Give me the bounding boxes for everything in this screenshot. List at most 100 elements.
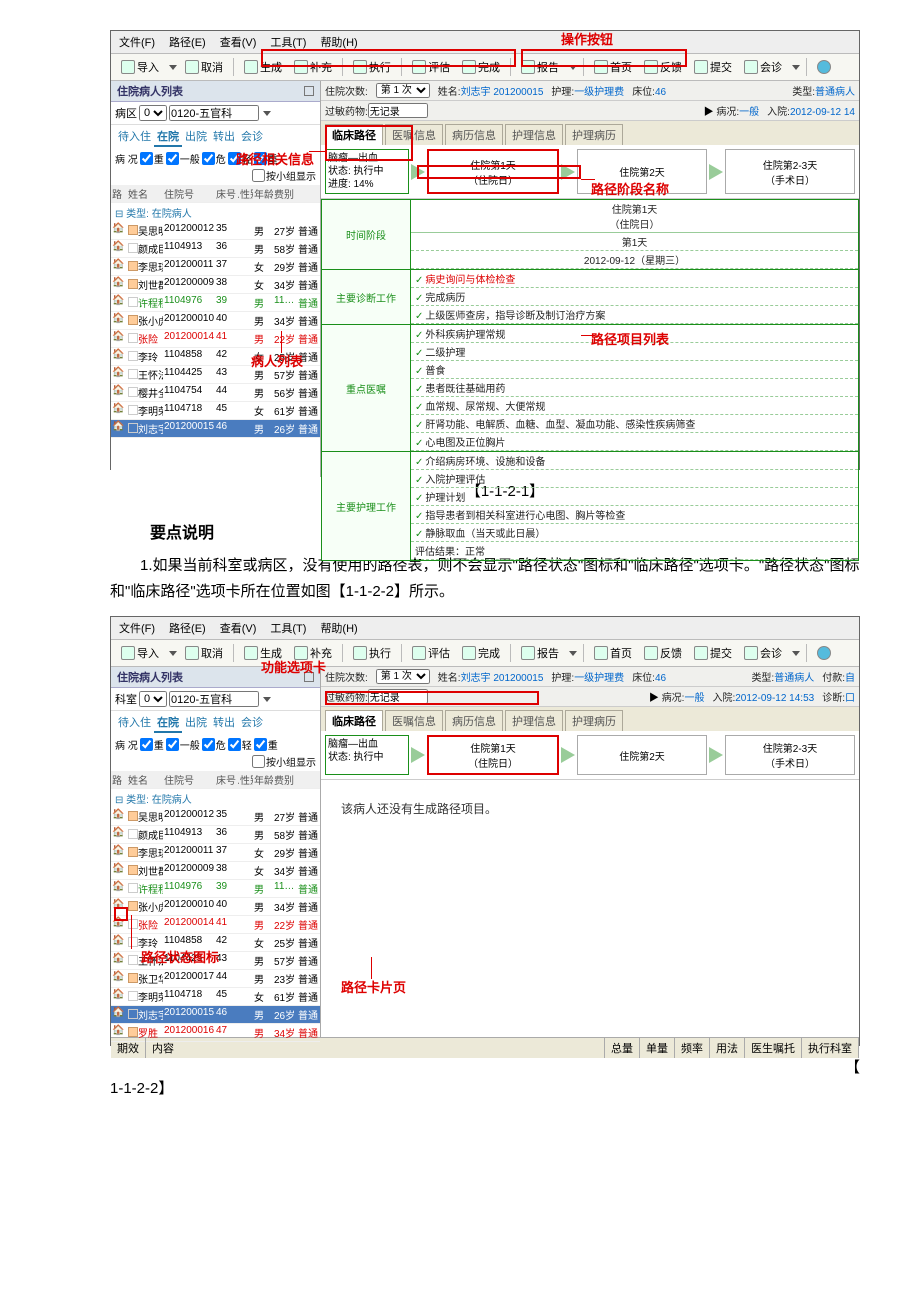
path-item[interactable]: 静脉取血（当天或此日晨） <box>411 524 858 542</box>
content-tab[interactable]: 护理信息 <box>505 710 563 731</box>
patient-row[interactable]: 🏠 张小虎 201200010 40 男 34岁 普通 <box>111 312 320 330</box>
ward-no-select[interactable]: 0 <box>139 691 167 707</box>
col-header[interactable]: 姓名 <box>127 771 163 788</box>
cond-checkbox[interactable]: 轻 <box>228 151 252 166</box>
col-header[interactable]: 费别 <box>273 185 297 202</box>
path-item[interactable]: 血常规、尿常规、大便常规 <box>411 397 858 415</box>
visit-select[interactable]: 第 1 次 <box>376 669 430 684</box>
stage-box[interactable]: 住院第1天（住院日） <box>427 735 559 775</box>
help-button[interactable] <box>813 58 835 76</box>
group-checkbox[interactable]: 按小组显示 <box>252 754 316 769</box>
col-header[interactable]: 住院号 <box>163 185 215 202</box>
col-header[interactable]: 床号▲ <box>215 185 239 202</box>
menu-item[interactable]: 工具(T) <box>270 34 306 50</box>
col-header[interactable]: 年龄 <box>253 771 273 788</box>
content-tab[interactable]: 护理病历 <box>565 124 623 145</box>
cond-checkbox[interactable]: 危 <box>202 737 226 752</box>
home-button[interactable]: 首页 <box>590 643 636 663</box>
menu-item[interactable]: 文件(F) <box>119 620 155 636</box>
status-tab[interactable]: 在院 <box>154 713 182 733</box>
path-item[interactable]: 病史询问与体检检查 <box>411 270 858 288</box>
menu-item[interactable]: 帮助(H) <box>320 34 357 50</box>
allergy-input[interactable] <box>368 103 428 118</box>
consult-button[interactable]: 会诊 <box>740 57 786 77</box>
content-tab[interactable]: 护理信息 <box>505 124 563 145</box>
path-item[interactable]: 普食 <box>411 361 858 379</box>
consult-button[interactable]: 会诊 <box>740 643 786 663</box>
group-checkbox[interactable]: 按小组显示 <box>252 168 316 183</box>
col-header[interactable]: 年龄 <box>253 185 273 202</box>
stage-box[interactable]: 住院第2-3天（手术日） <box>725 735 855 775</box>
path-item[interactable]: 完成病历 <box>411 288 858 306</box>
ward-no-select[interactable]: 0 <box>139 105 167 121</box>
patient-row[interactable]: 🏠 李明荣 1104718 45 女 61岁 普通 <box>111 402 320 420</box>
col-header[interactable]: 床号▲ <box>215 771 239 788</box>
menu-item[interactable]: 查看(V) <box>220 34 257 50</box>
help-button[interactable] <box>813 644 835 662</box>
content-tab[interactable]: 医嘱信息 <box>385 124 443 145</box>
visit-select[interactable]: 第 1 次 <box>376 83 430 98</box>
patient-row[interactable]: 🏠 吴思明 201200012 35 男 27岁 普通 <box>111 808 320 826</box>
cond-checkbox[interactable]: 轻 <box>228 737 252 752</box>
content-tab[interactable]: 医嘱信息 <box>385 710 443 731</box>
patient-row[interactable]: 🏠 刘志宇 201200015 46 男 26岁 普通 <box>111 420 320 438</box>
status-tab[interactable]: 待入住 <box>115 713 154 733</box>
cond-checkbox[interactable]: 重 <box>254 737 278 752</box>
content-tab[interactable]: 临床路径 <box>325 124 383 145</box>
patient-row[interactable]: 🏠 颜成臣 1104913 36 男 58岁 普通 <box>111 826 320 844</box>
cond-checkbox[interactable]: 重 <box>140 151 164 166</box>
stage-box[interactable]: 住院第2-3天（手术日） <box>725 149 855 194</box>
path-item[interactable]: 上级医师查房，指导诊断及制订治疗方案 <box>411 306 858 324</box>
status-tab[interactable]: 转出 <box>210 713 238 733</box>
import-button[interactable]: 导入 <box>117 57 163 77</box>
patient-row[interactable]: 🏠 刘世群 201200009 38 女 34岁 普通 <box>111 276 320 294</box>
patient-row[interactable]: 🏠 许程程 1104976 39 男 11… 普通 <box>111 880 320 898</box>
order-col-header[interactable]: 单量 <box>640 1038 675 1058</box>
menu-item[interactable]: 工具(T) <box>270 620 306 636</box>
patient-row[interactable]: 🏠 颜成臣 1104913 36 男 58岁 普通 <box>111 240 320 258</box>
cond-checkbox[interactable]: 一般 <box>166 151 200 166</box>
supplement-button[interactable]: 补充 <box>290 57 336 77</box>
order-col-header[interactable]: 执行科室 <box>802 1038 859 1058</box>
patient-row[interactable]: 🏠 张小虎 201200010 40 男 34岁 普通 <box>111 898 320 916</box>
order-col-header[interactable]: 期效 <box>111 1038 146 1058</box>
status-tab[interactable]: 会诊 <box>238 127 266 147</box>
patient-row[interactable]: 🏠 刘世群 201200009 38 女 34岁 普通 <box>111 862 320 880</box>
cond-checkbox[interactable]: 一般 <box>166 737 200 752</box>
path-item[interactable]: 心电图及正位胸片 <box>411 433 858 451</box>
patient-row[interactable]: 🏠 吴思明 201200012 35 男 27岁 普通 <box>111 222 320 240</box>
menu-item[interactable]: 路径(E) <box>169 34 206 50</box>
home-button[interactable]: 首页 <box>590 57 636 77</box>
path-item[interactable]: 护理计划 <box>411 488 858 506</box>
path-item[interactable]: 入院护理评估 <box>411 470 858 488</box>
done-button[interactable]: 完成 <box>458 643 504 663</box>
ward-input[interactable] <box>169 691 259 707</box>
patient-row[interactable]: 🏠 张险 201200014 41 男 22岁 普通 <box>111 916 320 934</box>
status-tab[interactable]: 出院 <box>182 127 210 147</box>
patient-row[interactable]: 🏠 刘志宇 201200015 46 男 26岁 普通 <box>111 1006 320 1024</box>
cancel-button[interactable]: 取消 <box>181 57 227 77</box>
path-item[interactable]: 二级护理 <box>411 343 858 361</box>
cond-checkbox[interactable]: 危 <box>202 151 226 166</box>
patient-row[interactable]: 🏠 王怀法 1104425 43 男 57岁 普通 <box>111 952 320 970</box>
col-header[interactable]: 住院号 <box>163 771 215 788</box>
patient-row[interactable]: 🏠 李思琪 201200011 37 女 29岁 普通 <box>111 258 320 276</box>
report-button[interactable]: 报告 <box>517 57 563 77</box>
menu-item[interactable]: 帮助(H) <box>320 620 357 636</box>
menu-item[interactable]: 路径(E) <box>169 620 206 636</box>
col-header[interactable]: 路 <box>111 771 127 788</box>
submit-button[interactable]: 提交 <box>690 643 736 663</box>
status-tab[interactable]: 在院 <box>154 127 182 147</box>
execute-button[interactable]: 执行 <box>349 57 395 77</box>
ward-input[interactable] <box>169 105 259 121</box>
chevron-down-icon[interactable] <box>263 697 271 702</box>
eval-button[interactable]: 评估 <box>408 57 454 77</box>
path-item[interactable]: 肝肾功能、电解质、血糖、血型、凝血功能、感染性疾病筛查 <box>411 415 858 433</box>
pin-icon[interactable] <box>304 86 314 96</box>
cancel-button[interactable]: 取消 <box>181 643 227 663</box>
patient-row[interactable]: 🏠 张卫华 201200017 44 男 23岁 普通 <box>111 970 320 988</box>
stage-box[interactable]: 住院第1天（住院日） <box>427 149 559 194</box>
patient-row[interactable]: 🏠 李玲 1104858 42 女 25岁 普通 <box>111 934 320 952</box>
import-button[interactable]: 导入 <box>117 643 163 663</box>
feedback-button[interactable]: 反馈 <box>640 643 686 663</box>
